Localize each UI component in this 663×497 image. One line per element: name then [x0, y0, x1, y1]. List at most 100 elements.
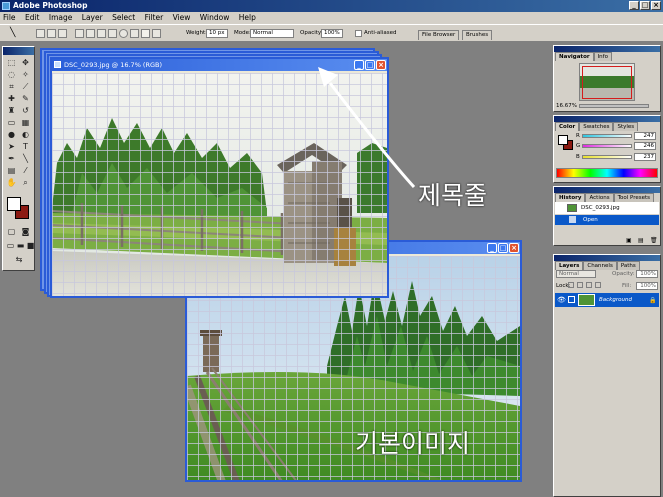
- color-spectrum-bar[interactable]: [556, 168, 658, 178]
- restore-button[interactable]: □: [640, 1, 650, 10]
- line-icon[interactable]: [141, 29, 150, 38]
- doc2-close-button[interactable]: ×: [509, 243, 519, 253]
- freeform-pen-icon[interactable]: [86, 29, 95, 38]
- eraser-tool-icon[interactable]: ▭: [5, 118, 18, 128]
- tab-channels[interactable]: Channels: [583, 261, 617, 270]
- history-step-open[interactable]: Open: [555, 215, 659, 225]
- ellipse-icon[interactable]: [119, 29, 128, 38]
- marquee-tool-icon[interactable]: ⬚: [5, 58, 18, 68]
- tab-brushes[interactable]: Brushes: [462, 30, 493, 40]
- tab-actions[interactable]: Actions: [585, 193, 614, 202]
- color-r-slider[interactable]: [582, 134, 632, 138]
- history-brush-tool-icon[interactable]: ↺: [19, 106, 32, 116]
- tab-paths[interactable]: Paths: [616, 261, 640, 270]
- opacity-input[interactable]: 100%: [321, 29, 343, 38]
- new-snapshot-icon[interactable]: ▣: [626, 237, 632, 244]
- screen-mode-full-icon[interactable]: ■: [24, 241, 37, 251]
- navigator-zoom[interactable]: 16.67%: [556, 103, 577, 109]
- lock-transparency-icon[interactable]: [568, 282, 574, 288]
- lock-all-icon[interactable]: [595, 282, 601, 288]
- eye-icon[interactable]: 👁: [557, 296, 566, 304]
- foreground-color-swatch[interactable]: [7, 197, 21, 211]
- menu-window[interactable]: Window: [200, 13, 230, 22]
- gradient-tool-icon[interactable]: ▦: [19, 118, 32, 128]
- rectangle-icon[interactable]: [97, 29, 106, 38]
- color-fg-swatch[interactable]: [558, 135, 568, 145]
- custom-shape-icon[interactable]: [152, 29, 161, 38]
- jump-to-imageready-icon[interactable]: ⇆: [5, 255, 33, 265]
- notes-tool-icon[interactable]: ▤: [5, 166, 18, 176]
- new-document-icon[interactable]: ▤: [638, 237, 644, 244]
- rounded-rectangle-icon[interactable]: [108, 29, 117, 38]
- dodge-tool-icon[interactable]: ◐: [19, 130, 32, 140]
- crop-tool-icon[interactable]: ⌗: [5, 82, 18, 92]
- fill-pixels-icon[interactable]: [58, 29, 67, 38]
- blur-tool-icon[interactable]: ●: [5, 130, 18, 140]
- brush-tool-icon[interactable]: ✎: [19, 94, 32, 104]
- doc2-minimize-button[interactable]: _: [487, 243, 497, 253]
- shape-layers-icon[interactable]: [36, 29, 45, 38]
- history-snapshot-row[interactable]: DSC_0293.jpg: [555, 202, 659, 214]
- doc2-maximize-button[interactable]: □: [498, 243, 508, 253]
- tab-info[interactable]: Info: [593, 52, 612, 61]
- tab-styles[interactable]: Styles: [613, 122, 639, 131]
- fill-value[interactable]: 100%: [636, 282, 658, 290]
- pen-icon[interactable]: [75, 29, 84, 38]
- tab-navigator[interactable]: Navigator: [555, 52, 594, 61]
- hand-tool-icon[interactable]: ✋: [5, 178, 18, 188]
- line-tool-icon[interactable]: ╲: [10, 29, 15, 38]
- color-b-slider[interactable]: [582, 155, 632, 159]
- quick-mask-mode-icon[interactable]: ◙: [19, 227, 32, 237]
- tab-swatches[interactable]: Swatches: [579, 122, 614, 131]
- navigator-thumbnail[interactable]: [579, 63, 635, 101]
- magic-wand-tool-icon[interactable]: ✧: [19, 70, 32, 80]
- layer-row-background[interactable]: 👁 Background 🔒: [555, 293, 659, 307]
- weight-input[interactable]: 10 px: [206, 29, 228, 38]
- layer-thumbnail: [578, 294, 595, 306]
- color-r-value[interactable]: 247: [634, 132, 656, 140]
- layer-name: Background: [599, 297, 632, 303]
- base-image-annotation: 기본이미지: [355, 429, 471, 458]
- layer-opacity-value[interactable]: 100%: [636, 270, 658, 278]
- minimize-button[interactable]: _: [629, 1, 639, 10]
- eyedropper-tool-icon[interactable]: ⁄: [19, 166, 32, 176]
- lock-position-icon[interactable]: [586, 282, 592, 288]
- type-tool-icon[interactable]: T: [19, 142, 32, 152]
- clone-stamp-tool-icon[interactable]: ♜: [5, 106, 18, 116]
- menu-layer[interactable]: Layer: [82, 13, 103, 22]
- blend-mode-select[interactable]: Normal: [556, 270, 596, 278]
- paths-icon[interactable]: [47, 29, 56, 38]
- tab-file-browser[interactable]: File Browser: [418, 30, 460, 40]
- mode-select[interactable]: Normal: [250, 29, 294, 38]
- lasso-tool-icon[interactable]: ◌: [5, 70, 18, 80]
- color-g-slider[interactable]: [582, 144, 632, 148]
- menu-edit[interactable]: Edit: [25, 13, 40, 22]
- lock-image-icon[interactable]: [577, 282, 583, 288]
- polygon-icon[interactable]: [130, 29, 139, 38]
- line-shape-tool-icon[interactable]: ╲: [19, 154, 32, 164]
- tab-history[interactable]: History: [555, 193, 586, 202]
- antialiased-checkbox[interactable]: [355, 30, 362, 37]
- tab-tool-presets[interactable]: Tool Presets: [613, 193, 655, 202]
- slice-tool-icon[interactable]: ⟋: [19, 82, 32, 92]
- menu-view[interactable]: View: [173, 13, 191, 22]
- tab-color[interactable]: Color: [555, 122, 580, 131]
- zoom-tool-icon[interactable]: ⌕: [19, 178, 32, 188]
- menu-filter[interactable]: Filter: [145, 13, 164, 22]
- pen-tool-icon[interactable]: ✒: [5, 154, 18, 164]
- color-g-value[interactable]: 246: [634, 142, 656, 150]
- color-b-value[interactable]: 237: [634, 153, 656, 161]
- healing-brush-tool-icon[interactable]: ✚: [5, 94, 18, 104]
- menu-select[interactable]: Select: [112, 13, 135, 22]
- navigator-zoom-slider[interactable]: [579, 104, 649, 108]
- move-tool-icon[interactable]: ✥: [19, 58, 32, 68]
- menu-image[interactable]: Image: [49, 13, 73, 22]
- brush-link-icon[interactable]: [568, 296, 575, 303]
- trash-icon[interactable]: 🗑: [650, 237, 658, 244]
- path-selection-tool-icon[interactable]: ➤: [5, 142, 18, 152]
- menu-help[interactable]: Help: [239, 13, 256, 22]
- menu-file[interactable]: File: [3, 13, 16, 22]
- standard-mode-icon[interactable]: ▢: [5, 227, 18, 237]
- close-button[interactable]: ×: [651, 1, 661, 10]
- tab-layers[interactable]: Layers: [555, 261, 584, 270]
